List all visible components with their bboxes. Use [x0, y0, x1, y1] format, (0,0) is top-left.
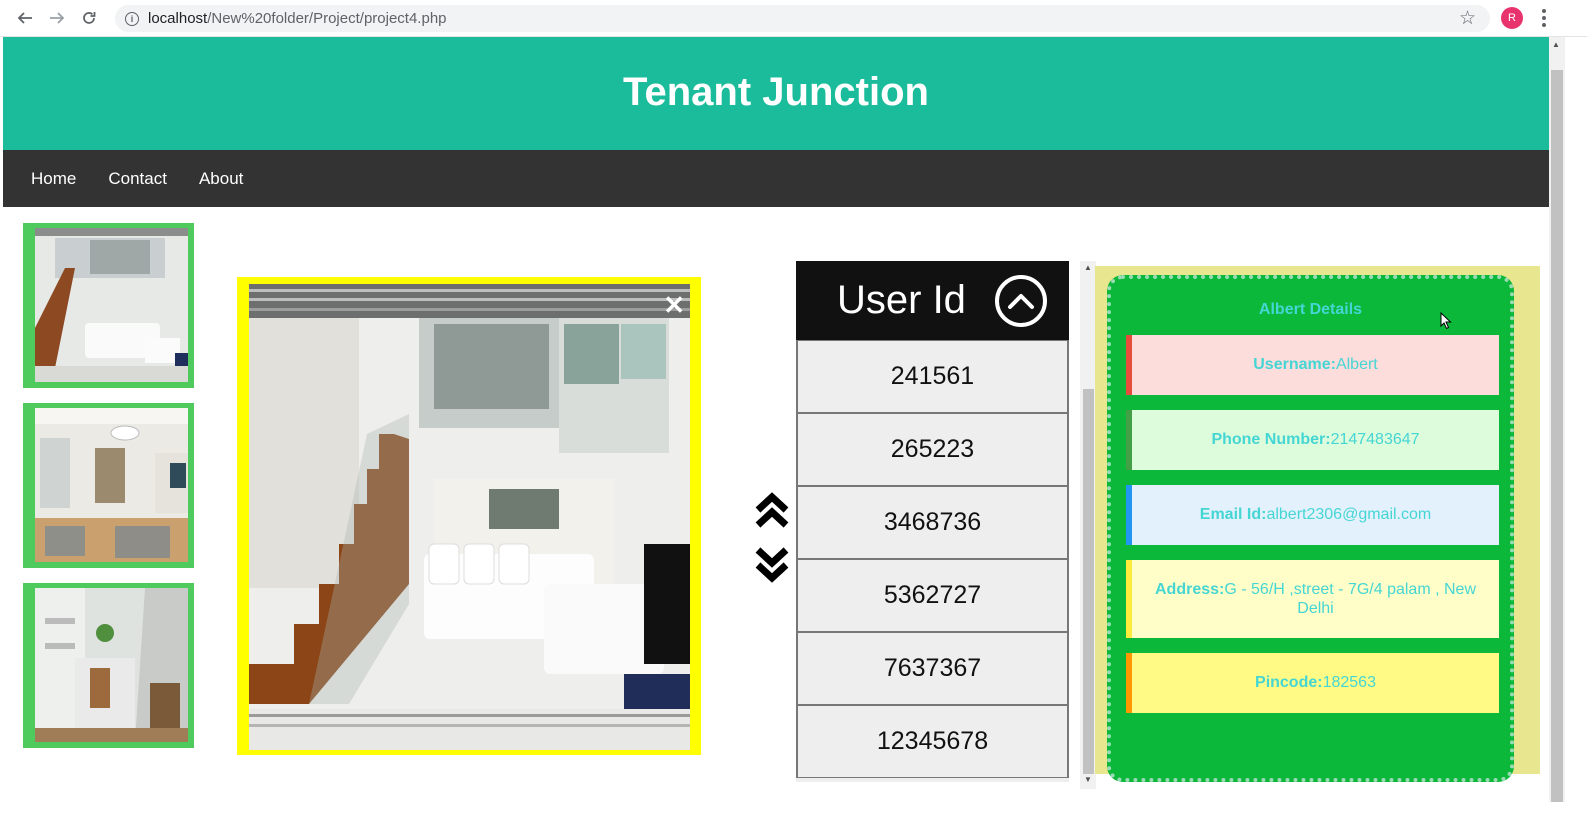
site-title: Tenant Junction — [623, 70, 929, 114]
reload-button[interactable] — [73, 2, 105, 34]
user-id-item[interactable]: 265223 — [796, 413, 1069, 486]
chevron-double-up-icon[interactable] — [755, 492, 789, 528]
nav-contact[interactable]: Contact — [92, 169, 183, 189]
address-value: G - 56/H ,street - 7G/4 palam , New Delh… — [1224, 580, 1476, 617]
chevron-double-down-icon[interactable] — [755, 547, 789, 583]
list-scroll-up-arrow[interactable]: ▲ — [1082, 263, 1094, 272]
browser-menu-icon[interactable] — [1537, 6, 1551, 30]
username-field: Username:Albert — [1126, 335, 1499, 395]
address-bar[interactable]: i localhost/New%20folder/Project/project… — [115, 5, 1490, 32]
nav-about[interactable]: About — [183, 169, 259, 189]
close-icon[interactable]: ✕ — [663, 292, 685, 318]
main-photo-frame: ✕ — [237, 277, 701, 755]
main-photo: ✕ — [249, 284, 690, 750]
site-header: Tenant Junction — [3, 37, 1549, 150]
phone-value: 2147483647 — [1330, 431, 1420, 449]
list-scroll-down-arrow[interactable]: ▼ — [1082, 775, 1094, 784]
thumbnail-2[interactable] — [23, 403, 194, 568]
reload-icon — [83, 12, 96, 24]
nav-home[interactable]: Home — [3, 169, 92, 189]
email-field: Email Id:albert2306@gmail.com — [1126, 485, 1499, 545]
star-icon[interactable]: ☆ — [1459, 7, 1476, 30]
page: Tenant Junction Home Contact About ✕ Use… — [3, 37, 1549, 816]
bottom-strip — [0, 802, 1587, 816]
phone-field: Phone Number:2147483647 — [1126, 410, 1499, 470]
thumbnail-image-2 — [35, 408, 188, 562]
user-id-item[interactable]: 3468736 — [796, 486, 1069, 559]
thumbnail-3[interactable] — [23, 583, 194, 748]
email-label: Email Id: — [1199, 506, 1267, 524]
main-photo-image — [249, 284, 690, 750]
details-card: Albert Details Username:Albert Phone Num… — [1107, 275, 1514, 782]
user-id-item[interactable]: 12345678 — [796, 705, 1069, 778]
user-id-list: 241561 265223 3468736 5362727 7637367 12… — [796, 340, 1069, 782]
page-scroll-up-arrow[interactable]: ▲ — [1552, 40, 1560, 49]
username-value: Albert — [1335, 356, 1378, 374]
profile-avatar[interactable]: R — [1501, 7, 1523, 29]
address-field: Address:G - 56/H ,street - 7G/4 palam , … — [1126, 560, 1499, 638]
user-id-item[interactable]: 5362727 — [796, 559, 1069, 632]
page-scrollbar-thumb[interactable] — [1551, 70, 1563, 803]
user-id-header: User Id — [796, 261, 1069, 340]
thumbnail-image-1 — [35, 228, 188, 382]
user-id-item[interactable]: 7637367 — [796, 632, 1069, 705]
thumbnail-image-3 — [35, 588, 188, 742]
list-scrollbar-thumb[interactable] — [1083, 389, 1094, 774]
url-text: localhost/New%20folder/Project/project4.… — [148, 10, 447, 27]
circle-chevron-up-icon[interactable] — [995, 275, 1047, 327]
pincode-field: Pincode:182563 — [1126, 653, 1499, 713]
user-id-item[interactable]: 241561 — [796, 340, 1069, 413]
navbar: Home Contact About — [3, 150, 1549, 207]
arrow-right-icon — [50, 12, 65, 24]
thumbnail-1[interactable] — [23, 223, 194, 388]
pincode-label: Pincode: — [1255, 674, 1323, 692]
username-label: Username: — [1253, 356, 1336, 374]
url-path: /New%20folder/Project/project4.php — [207, 10, 447, 27]
pincode-value: 182563 — [1322, 674, 1376, 692]
email-value: albert2306@gmail.com — [1266, 506, 1432, 524]
forward-button[interactable] — [41, 2, 73, 34]
mouse-cursor-icon — [1440, 312, 1452, 330]
arrow-left-icon — [17, 12, 32, 24]
user-id-heading: User Id — [837, 278, 966, 322]
info-icon[interactable]: i — [125, 11, 139, 26]
phone-label: Phone Number: — [1211, 431, 1331, 449]
browser-toolbar: i localhost/New%20folder/Project/project… — [0, 0, 1587, 37]
back-button[interactable] — [9, 2, 41, 34]
url-host: localhost — [148, 10, 208, 27]
address-label: Address: — [1155, 580, 1225, 598]
